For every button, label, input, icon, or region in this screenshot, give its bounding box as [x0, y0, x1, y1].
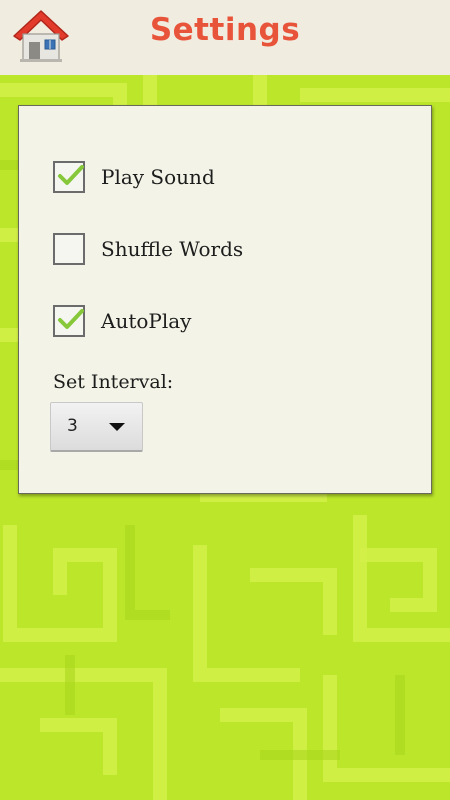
page-title: Settings: [149, 12, 301, 48]
autoplay-label: AutoPlay: [101, 309, 192, 333]
checkmark-icon: [58, 165, 84, 185]
play-sound-checkbox[interactable]: [53, 161, 85, 193]
shuffle-words-option[interactable]: Shuffle Words: [53, 233, 393, 269]
interval-select[interactable]: 3: [50, 402, 143, 452]
play-sound-option[interactable]: Play Sound: [53, 161, 393, 197]
interval-value: 3: [67, 416, 78, 436]
play-sound-label: Play Sound: [101, 165, 215, 189]
autoplay-checkbox[interactable]: [53, 305, 85, 337]
autoplay-option[interactable]: AutoPlay: [53, 305, 393, 341]
interval-label: Set Interval:: [53, 371, 174, 393]
shuffle-words-checkbox[interactable]: [53, 233, 85, 265]
checkmark-icon: [58, 309, 84, 329]
dropdown-arrow-icon: [109, 423, 125, 431]
settings-panel: Play Sound Shuffle Words AutoPlay Set In…: [18, 105, 432, 494]
header-bar: Settings: [0, 0, 450, 75]
shuffle-words-label: Shuffle Words: [101, 237, 244, 261]
